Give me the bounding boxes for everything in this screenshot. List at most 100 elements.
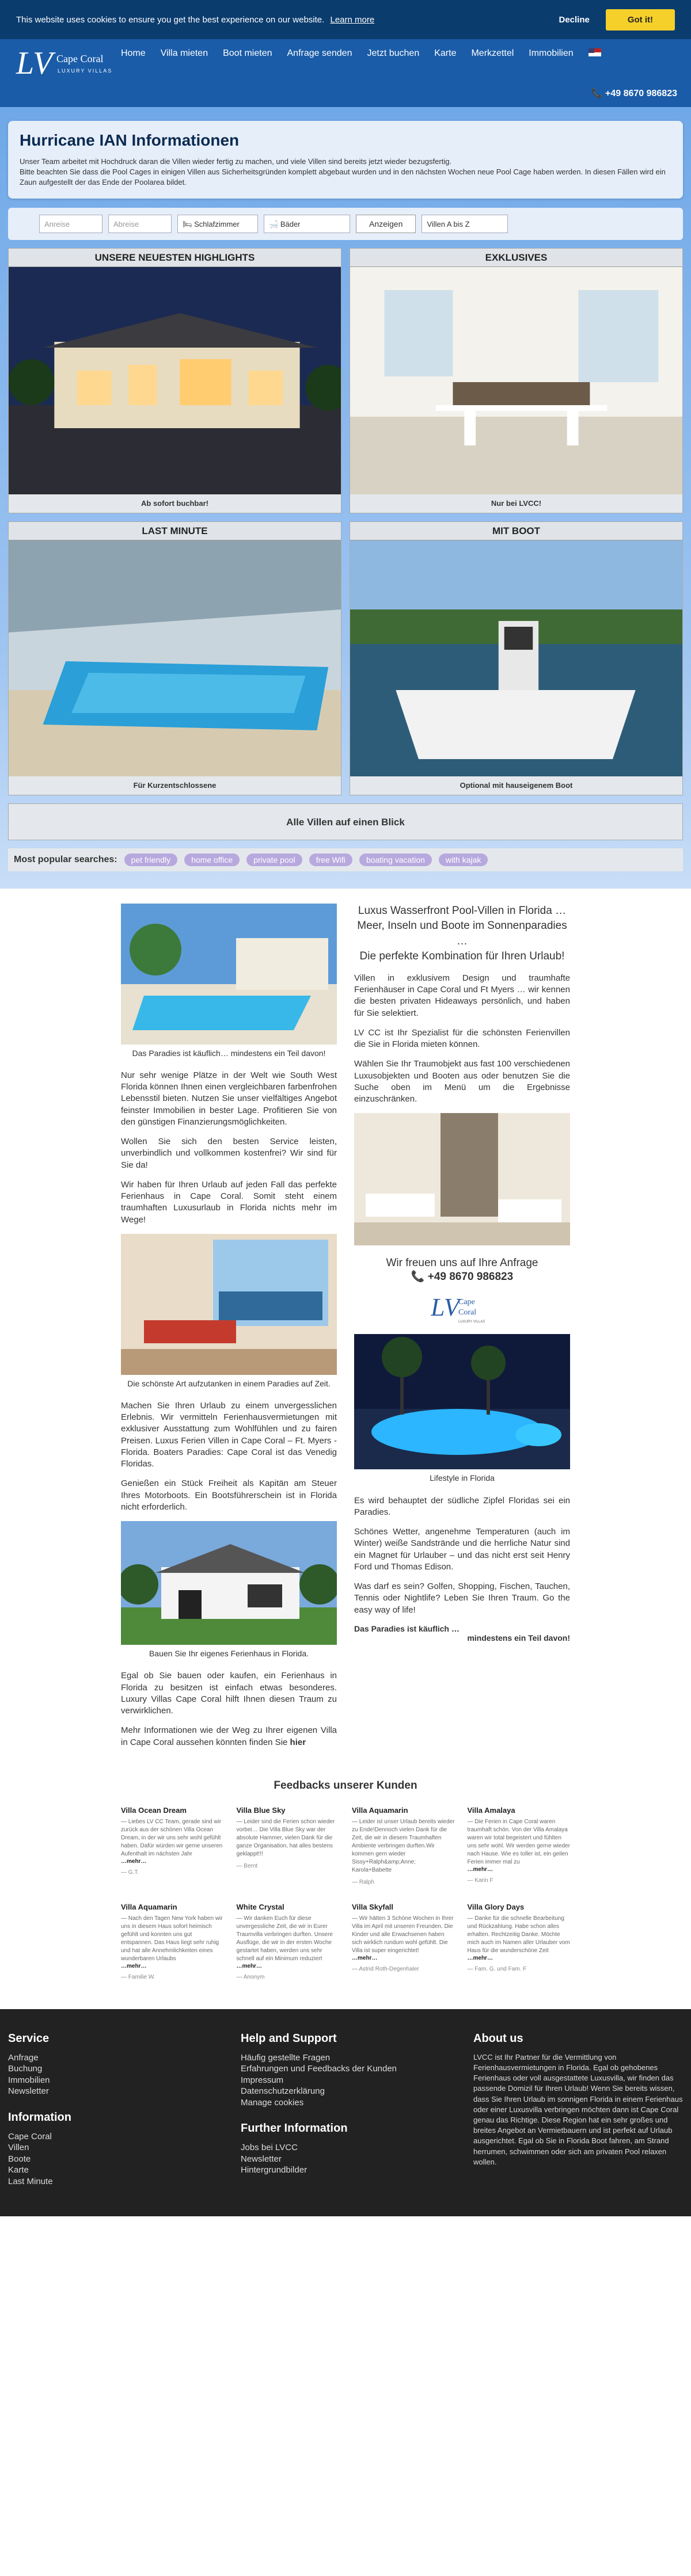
feedback-villa: Villa Amalaya (467, 1805, 515, 1815)
nav-villa-mieten[interactable]: Villa mieten (161, 48, 208, 59)
card-title: EXKLUSIVES (350, 248, 682, 267)
bedrooms-select[interactable]: 🛏 Schlafzimmer (177, 214, 258, 233)
footer-link-cape-coral[interactable]: Cape Coral (8, 2131, 218, 2143)
footer-link-faq[interactable]: Häufig gestellte Fragen (241, 2052, 450, 2064)
popular-searches: Most popular searches: pet friendly home… (8, 848, 683, 871)
footer-link-boote[interactable]: Boote (8, 2154, 218, 2165)
hurricane-title: Hurricane IAN Informationen (20, 131, 240, 149)
accept-cookies-button[interactable]: Got it! (605, 9, 675, 31)
tagline-2: Meer, Inseln und Boote im Sonnenparadies… (357, 920, 567, 947)
right-text-5: Schönes Wetter, angenehme Temperaturen (… (354, 1527, 570, 1572)
feedback-more-link[interactable]: …mehr… (121, 1858, 224, 1865)
feedback-card: Villa Aquamarin — Nach den Tagen New York… (121, 1903, 224, 1980)
nav-home[interactable]: Home (121, 48, 146, 59)
svg-text:LUXURY VILLAS: LUXURY VILLAS (458, 1320, 485, 1324)
contact-heading: Wir freuen uns auf Ihre Anfrage (386, 1257, 538, 1270)
footer-link-feedbacks[interactable]: Erfahrungen und Feedbacks der Kunden (241, 2063, 450, 2075)
left-text-7: Mehr Informationen wie der Weg zu Ihrer … (121, 1725, 337, 1748)
show-button[interactable]: Anzeigen (356, 214, 416, 233)
highlight-cards: UNSERE NEUESTEN HIGHLIGHTS Ab sofort buc… (8, 247, 683, 795)
nav-merkzettel[interactable]: Merkzettel (471, 48, 514, 59)
footer-link-jobs[interactable]: Jobs bei LVCC (241, 2142, 450, 2154)
tag-pet-friendly[interactable]: pet friendly (124, 853, 178, 866)
tag-boating-vacation[interactable]: boating vacation (359, 853, 432, 866)
departure-input[interactable]: Abreise (108, 214, 172, 233)
feedback-author: — Ralph (352, 1878, 374, 1885)
right-text-1: Villen in exklusivem Design und traumhaf… (354, 973, 570, 1018)
site-logo[interactable]: LV Cape Coral LUXURY VILLAS (16, 45, 114, 86)
feedback-more-link[interactable]: …mehr… (468, 1866, 571, 1873)
feedback-more-link[interactable]: …mehr… (121, 1963, 224, 1969)
footer-link-backgrounds[interactable]: Hintergrundbilder (241, 2165, 450, 2176)
left-column: Das Paradies ist käuflich… mindestens ei… (121, 903, 337, 1756)
nav-karte[interactable]: Karte (434, 48, 456, 59)
feedback-grid: Villa Ocean Dream — Liebes LV CC Team, ge… (121, 1806, 570, 1980)
tagline-1: Luxus Wasserfront Pool-Villen in Florida… (358, 904, 567, 917)
footer-link-villen[interactable]: Villen (8, 2142, 218, 2154)
card-with-boat[interactable]: MIT BOOT Optional mit hauseigenem Boot (350, 521, 683, 795)
tag-free-wifi[interactable]: free Wifi (309, 853, 352, 866)
learn-more-link[interactable]: Learn more (330, 15, 374, 25)
tag-with-kajak[interactable]: with kajak (438, 853, 488, 866)
search-bar: Anreise Abreise 🛏 Schlafzimmer 🛁 Bäder A… (8, 207, 683, 240)
footer-link-last-minute[interactable]: Last Minute (8, 2176, 218, 2188)
feedback-author: — G.T. (121, 1869, 139, 1876)
here-link[interactable]: hier (290, 1737, 306, 1747)
header-phone[interactable]: 📞 +49 8670 986823 (591, 87, 677, 99)
arrival-input[interactable]: Anreise (39, 214, 102, 233)
footer-link-immobilien[interactable]: Immobilien (8, 2075, 218, 2086)
feedback-card: Villa Glory Days — Danke für die schnelle… (468, 1903, 571, 1980)
feedback-more-link[interactable]: …mehr… (352, 1955, 455, 1961)
card-last-minute[interactable]: LAST MINUTE Für Kurzentschlossene (8, 521, 341, 795)
right-text-6: Was darf es sein? Golfen, Shopping, Fisc… (354, 1582, 570, 1615)
footer-link-privacy[interactable]: Datenschutzerklärung (241, 2086, 450, 2097)
feedback-villa: Villa Aquamarin (121, 1902, 177, 1911)
footer-link-impressum[interactable]: Impressum (241, 2075, 450, 2086)
contact-phone[interactable]: 📞 +49 8670 986823 (354, 1270, 570, 1283)
caption-paradise: Das Paradies ist käuflich… mindestens ei… (132, 1048, 326, 1058)
left-text-2: Wollen Sie sich den besten Service leist… (121, 1137, 337, 1170)
card-title: UNSERE NEUESTEN HIGHLIGHTS (9, 248, 341, 267)
terrace-image (121, 1233, 337, 1375)
footer-link-buchung[interactable]: Buchung (8, 2063, 218, 2075)
hero-area: Hurricane IAN Informationen Unser Team a… (0, 107, 691, 889)
language-flag-icon[interactable] (588, 48, 601, 56)
feedback-more-link[interactable]: …mehr… (237, 1963, 340, 1969)
nav-immobilien[interactable]: Immobilien (529, 48, 573, 59)
baths-select[interactable]: 🛁 Bäder (264, 214, 350, 233)
footer-service-title: Service (8, 2032, 50, 2045)
svg-text:Cape: Cape (458, 1298, 475, 1306)
right-text-4: Es wird behauptet der südliche Zipfel Fl… (354, 1495, 570, 1517)
footer-link-anfrage[interactable]: Anfrage (8, 2052, 218, 2064)
content-logo: LV Cape Coral LUXURY VILLAS (430, 1288, 494, 1328)
footer-link-cookies[interactable]: Manage cookies (241, 2097, 450, 2109)
all-villas-button[interactable]: Alle Villen auf einen Blick (8, 803, 683, 840)
tag-home-office[interactable]: home office (184, 853, 240, 866)
nav-anfrage[interactable]: Anfrage senden (287, 48, 352, 59)
feedback-more-link[interactable]: …mehr… (468, 1955, 571, 1961)
tag-private-pool[interactable]: private pool (246, 853, 302, 866)
feedback-text: — Danke für die schnelle Bearbeitung und… (467, 1915, 570, 1954)
logo-cape: Cape Coral (56, 53, 104, 64)
logo-luxury: LUXURY VILLAS (58, 68, 113, 74)
nav-buchen[interactable]: Jetzt buchen (367, 48, 419, 59)
cookie-bar: This website uses cookies to ensure you … (0, 0, 691, 39)
footer-about-text: LVCC ist Ihr Partner für die Vermittlung… (473, 2052, 683, 2166)
footer-link-newsletter[interactable]: Newsletter (8, 2086, 218, 2097)
footer-link-newsletter-2[interactable]: Newsletter (241, 2154, 450, 2165)
feedback-text: — Nach den Tagen New York haben wir uns … (121, 1915, 223, 1962)
decline-button[interactable]: Decline (559, 15, 589, 25)
site-footer: Service Anfrage Buchung Immobilien Newsl… (0, 2009, 691, 2216)
card-highlights[interactable]: UNSERE NEUESTEN HIGHLIGHTS Ab sofort buc… (8, 247, 341, 513)
feedback-card: White Crystal — Wir danken Euch für diese… (237, 1903, 340, 1980)
sort-select[interactable]: Villen A bis Z (422, 214, 508, 233)
nav-boot-mieten[interactable]: Boot mieten (223, 48, 272, 59)
footer-about-title: About us (473, 2032, 523, 2045)
footer-link-karte[interactable]: Karte (8, 2165, 218, 2176)
feedback-title: Feedbacks unserer Kunden (274, 1779, 417, 1792)
feedback-text: — Wir hätten 3 Schöne Wochen in Ihrer Vi… (352, 1915, 454, 1954)
boat-image (350, 540, 682, 776)
card-title: MIT BOOT (350, 521, 682, 540)
card-exclusive[interactable]: EXKLUSIVES Nur bei LVCC! (350, 247, 683, 513)
feedback-villa: Villa Skyfall (352, 1902, 394, 1911)
